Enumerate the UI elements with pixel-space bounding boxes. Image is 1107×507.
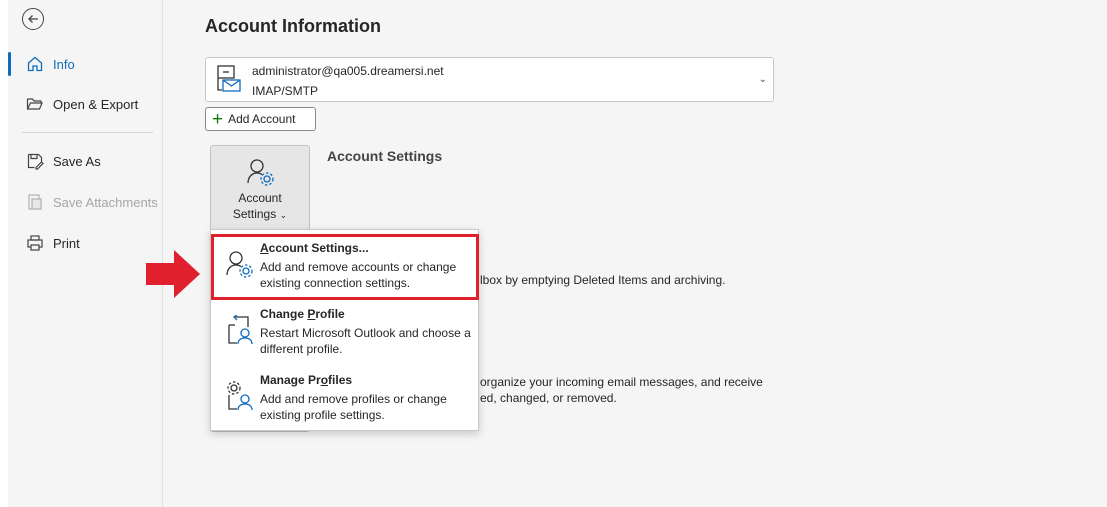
menu-item-title: Manage Profiles [260, 373, 353, 387]
pointer-arrow-icon [146, 250, 200, 298]
sidebar-item-save-as[interactable]: Save As [8, 145, 162, 177]
account-settings-heading: Account Settings [327, 148, 443, 164]
chevron-down-icon: ⌄ [758, 74, 767, 85]
backstage-sidebar: Info Open & Export Save As Save Attachme… [8, 0, 163, 507]
printer-icon [25, 233, 45, 253]
sidebar-item-print[interactable]: Print [8, 227, 162, 259]
add-account-label: Add Account [228, 112, 296, 126]
account-selector[interactable]: administrator@qa005.dreamersi.net IMAP/S… [205, 57, 774, 102]
sidebar-item-label: Open & Export [53, 96, 139, 112]
home-icon [25, 54, 45, 74]
sidebar-item-label: Info [53, 56, 75, 72]
rules-alerts-text-2: ed, changed, or removed. [480, 391, 617, 405]
person-gear-icon [246, 157, 276, 192]
menu-item-description: Restart Microsoft Outlook and choose a d… [260, 326, 471, 356]
page-title: Account Information [205, 16, 381, 36]
sidebar-item-info[interactable]: Info [8, 48, 162, 80]
menu-item-manage-profiles[interactable]: Manage Profiles Add and remove profiles … [211, 367, 478, 433]
highlight-box [211, 234, 479, 300]
sidebar-item-save-attachments: Save Attachments [8, 186, 162, 218]
sidebar-item-label: Print [53, 235, 80, 251]
folder-open-icon [25, 94, 45, 114]
account-settings-button-label: Account Settings ⌄ [232, 191, 288, 221]
manage-profiles-icon [225, 381, 255, 418]
back-button[interactable] [22, 8, 44, 30]
menu-item-title: Change Profile [260, 307, 345, 321]
account-type: IMAP/SMTP [252, 84, 319, 98]
back-arrow-icon [28, 15, 38, 23]
sidebar-item-label: Save Attachments [53, 194, 158, 210]
menu-item-description: Add and remove profiles or change existi… [260, 392, 447, 422]
change-profile-icon [225, 314, 255, 352]
sidebar-item-label: Save As [53, 153, 101, 169]
add-account-button[interactable]: + Add Account [205, 107, 316, 131]
sidebar-item-open-export[interactable]: Open & Export [8, 88, 162, 120]
rules-alerts-text: organize your incoming email messages, a… [480, 375, 763, 389]
plus-icon: + [212, 108, 224, 130]
menu-item-change-profile[interactable]: Change Profile Restart Microsoft Outlook… [211, 301, 478, 367]
account-email: administrator@qa005.dreamersi.net [252, 64, 444, 78]
mailbox-icon [216, 64, 242, 99]
save-attachments-icon [25, 192, 45, 212]
sidebar-divider [22, 132, 153, 133]
mailbox-cleanup-text: lbox by emptying Deleted Items and archi… [480, 273, 726, 287]
save-as-icon [25, 151, 45, 171]
